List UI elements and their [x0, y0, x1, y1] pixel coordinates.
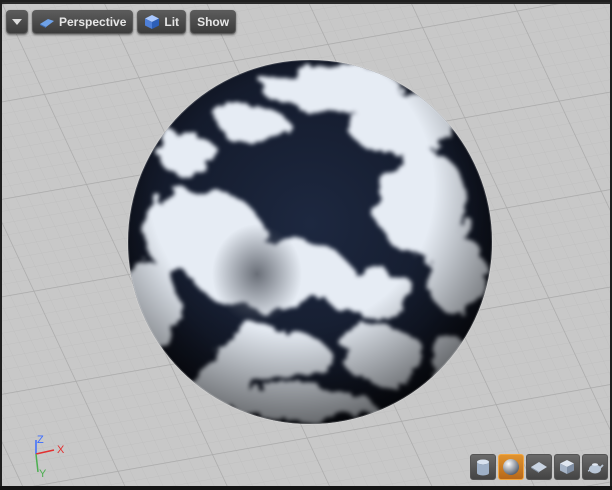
scene-canvas[interactable] [2, 4, 610, 486]
perspective-button[interactable]: Perspective [32, 10, 134, 34]
cube-icon [560, 460, 574, 474]
viewport-bottom-border [0, 486, 612, 490]
preview-sphere-button[interactable] [498, 454, 524, 480]
lit-cube-icon [145, 15, 160, 29]
sphere-icon [503, 459, 519, 475]
x-axis-label: X [57, 444, 65, 456]
lit-label: Lit [164, 15, 180, 29]
show-label: Show [197, 15, 230, 29]
viewport-toolbar: Perspective Lit Show [6, 10, 237, 34]
chevron-down-icon [12, 19, 22, 25]
y-axis-label: Y [39, 468, 47, 480]
view-mode-button[interactable]: Lit [137, 10, 187, 34]
preview-custom-mesh-button[interactable] [582, 454, 608, 480]
y-axis-line [35, 453, 39, 473]
perspective-icon [40, 19, 54, 28]
plane-icon [531, 462, 547, 473]
teapot-icon [587, 463, 604, 474]
z-axis-label: Z [37, 434, 44, 446]
viewport[interactable]: Perspective Lit Show Z X Y [2, 2, 610, 486]
preview-plane-button[interactable] [526, 454, 552, 480]
viewport-options-button[interactable] [6, 10, 28, 34]
preview-cylinder-button[interactable] [470, 454, 496, 480]
show-button[interactable]: Show [190, 10, 237, 34]
axis-gizmo: Z X Y [35, 434, 65, 480]
cylinder-icon [477, 459, 489, 476]
preview-mesh-toolbar [470, 454, 608, 480]
preview-sphere [127, 59, 493, 425]
x-axis-line [35, 449, 55, 455]
preview-cube-button[interactable] [554, 454, 580, 480]
perspective-label: Perspective [59, 15, 127, 29]
